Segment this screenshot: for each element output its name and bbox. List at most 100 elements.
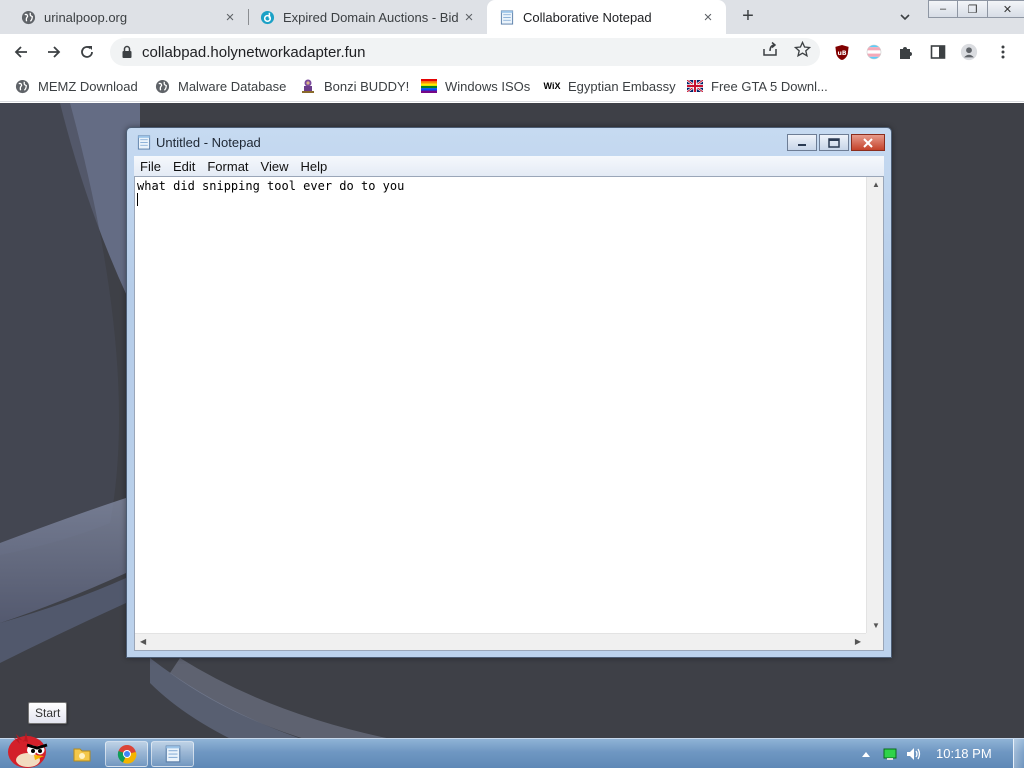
tab-close-button[interactable]: × [700, 9, 716, 26]
notepad-menubar: File Edit Format View Help [134, 156, 884, 176]
taskbar: 10:18 PM [0, 732, 1024, 768]
show-hidden-icons-arrow-icon[interactable] [858, 746, 874, 762]
notepad-minimize-button[interactable] [787, 134, 817, 151]
volume-icon[interactable] [906, 746, 922, 762]
text-caret [137, 193, 138, 206]
bookmark-label: Windows ISOs [445, 78, 531, 94]
close-icon [863, 137, 873, 148]
share-icon[interactable] [761, 40, 779, 58]
bookmark-label: MEMZ Download [38, 78, 138, 94]
menu-help[interactable]: Help [294, 159, 333, 174]
scroll-right-icon[interactable]: ▶ [855, 637, 861, 646]
chevron-down-icon[interactable] [896, 8, 914, 26]
bookmark-free-gta-5[interactable]: Free GTA 5 Downl... [687, 76, 828, 96]
restore-icon [828, 137, 840, 148]
svg-text:uB: uB [837, 49, 846, 56]
tab-title: urinalpoop.org [44, 9, 128, 25]
taskbar-notepad-button[interactable] [151, 741, 194, 767]
angry-bird-icon [8, 732, 48, 768]
url-text: collabpad.holynetworkadapter.fun [142, 43, 366, 61]
bonzi-icon [300, 78, 316, 94]
rainbow-flag-icon [421, 78, 437, 94]
taskbar-explorer-button[interactable] [60, 741, 103, 767]
globe-icon [154, 78, 170, 94]
tab-title: Collaborative Notepad [523, 9, 652, 25]
scrollbar-corner [866, 633, 883, 650]
scroll-left-icon[interactable]: ◀ [140, 637, 146, 646]
bookmark-memz-download[interactable]: MEMZ Download [14, 76, 138, 96]
bookmark-star-icon[interactable] [793, 40, 811, 58]
notepad-titlebar[interactable]: Untitled - Notepad [127, 128, 891, 156]
arrow-left-icon [14, 46, 27, 58]
forward-button[interactable] [43, 41, 65, 63]
bookmark-label: Free GTA 5 Downl... [711, 78, 828, 94]
notepad-icon [165, 745, 180, 763]
tab-collaborative-notepad[interactable]: Collaborative Notepad × [487, 0, 726, 34]
desktop: Untitled - Notepad File Edit Format View… [0, 103, 1024, 768]
kebab-menu-icon[interactable] [994, 43, 1012, 61]
puzzle-extensions-icon[interactable] [897, 43, 915, 61]
vertical-scrollbar[interactable]: ▲ ▼ [866, 177, 883, 633]
tab-close-button[interactable]: × [222, 9, 238, 26]
menu-file[interactable]: File [134, 159, 167, 174]
wix-icon: WiX [543, 81, 561, 91]
tab-close-button[interactable]: × [461, 9, 477, 26]
scroll-down-icon[interactable]: ▼ [872, 621, 880, 630]
new-tab-button[interactable]: + [737, 6, 759, 28]
bookmark-label: Bonzi BUDDY! [324, 78, 410, 94]
bookmarks-bar: MEMZ Download Malware Database Bonzi BUD… [0, 70, 1024, 102]
back-button[interactable] [10, 41, 32, 63]
bookmark-label: Egyptian Embassy [568, 78, 676, 94]
taskbar-chrome-button[interactable] [105, 741, 148, 767]
minimize-icon [798, 143, 806, 146]
notepad-title: Untitled - Notepad [156, 134, 261, 150]
tab-strip: urinalpoop.org × Expired Domain Auctions… [0, 0, 1024, 34]
horizontal-scrollbar[interactable]: ◀ ▶ [135, 633, 866, 650]
browser-toolbar: collabpad.holynetworkadapter.fun uB [0, 34, 1024, 70]
menu-edit[interactable]: Edit [167, 159, 201, 174]
bookmark-egyptian-embassy[interactable]: WiX Egyptian Embassy [544, 76, 676, 96]
tab-title: Expired Domain Auctions - Bid [283, 9, 459, 25]
tab-expired-domains[interactable]: Expired Domain Auctions - Bid × [249, 0, 487, 34]
notepad-maximize-button[interactable] [819, 134, 849, 151]
notepad-content: what did snipping tool ever do to you [137, 179, 405, 193]
scroll-up-icon[interactable]: ▲ [872, 180, 880, 189]
show-desktop-button[interactable] [1013, 739, 1024, 768]
notepad-window[interactable]: Untitled - Notepad File Edit Format View… [126, 127, 892, 658]
menu-format[interactable]: Format [201, 159, 254, 174]
notepad-icon [137, 134, 151, 150]
lock-icon[interactable] [120, 45, 134, 59]
chrome-icon [117, 745, 136, 764]
restore-button[interactable]: ❐ [958, 0, 988, 18]
start-button[interactable] [4, 726, 50, 768]
side-panel-icon[interactable] [929, 43, 947, 61]
notepad-close-button[interactable] [851, 134, 885, 151]
menu-view[interactable]: View [255, 159, 295, 174]
uk-flag-icon [687, 78, 703, 94]
trans-flag-extension-icon[interactable] [865, 43, 883, 61]
notepad-window-controls [787, 134, 885, 151]
tab-urinalpoop[interactable]: urinalpoop.org × [0, 0, 248, 34]
arrow-right-icon [48, 46, 61, 58]
window-controls: – ❐ ✕ [928, 0, 1024, 18]
folder-icon [73, 748, 90, 762]
network-icon[interactable] [882, 746, 898, 762]
notepad-text-area[interactable]: what did snipping tool ever do to you ▲ … [134, 176, 884, 651]
godaddy-icon [259, 9, 275, 25]
reload-button[interactable] [76, 41, 98, 63]
ublock-icon[interactable]: uB [833, 43, 851, 61]
address-bar[interactable]: collabpad.holynetworkadapter.fun [110, 38, 820, 66]
close-button[interactable]: ✕ [988, 0, 1024, 18]
notepad-icon [499, 9, 515, 25]
globe-icon [14, 78, 30, 94]
start-tooltip: Start [28, 702, 68, 724]
profile-avatar-icon[interactable] [960, 43, 978, 61]
bookmark-bonzi-buddy[interactable]: Bonzi BUDDY! [300, 76, 409, 96]
minimize-button[interactable]: – [928, 0, 958, 18]
bookmark-windows-isos[interactable]: Windows ISOs [421, 76, 530, 96]
globe-icon [20, 9, 36, 25]
bookmark-malware-database[interactable]: Malware Database [154, 76, 286, 96]
taskbar-clock[interactable]: 10:18 PM [936, 746, 992, 761]
bookmark-label: Malware Database [178, 78, 287, 94]
reload-icon [81, 46, 93, 58]
